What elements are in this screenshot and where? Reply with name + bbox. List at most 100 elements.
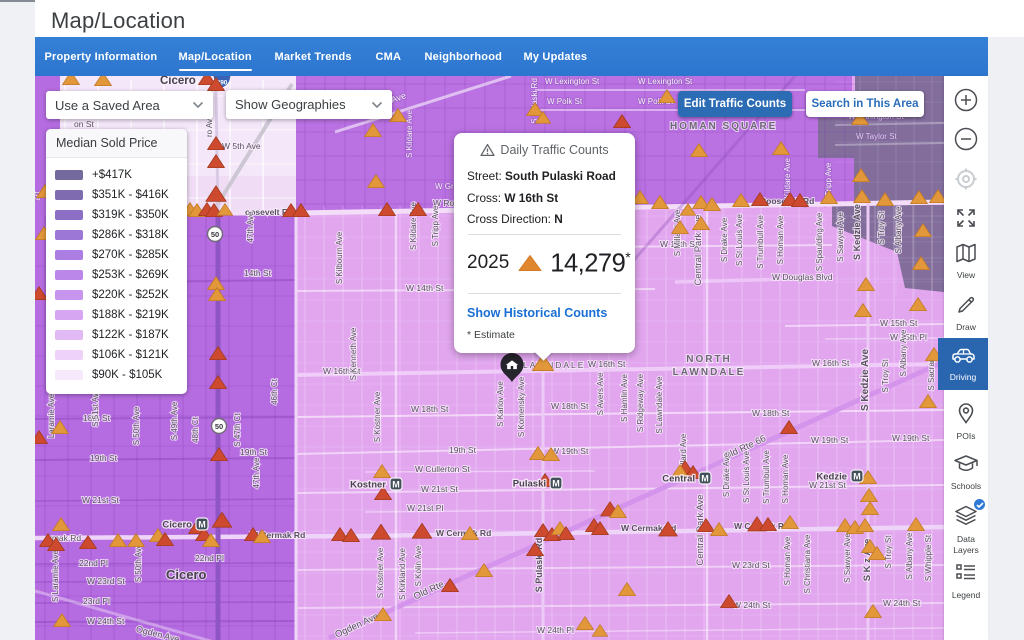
chevron-down-icon: [371, 101, 383, 109]
svg-text:M: M: [198, 519, 206, 529]
tab-neighborhood[interactable]: Neighborhood: [425, 37, 503, 76]
tab-label: Map/Location: [179, 51, 252, 63]
transit-station-pulaski: PulaskiM: [513, 477, 562, 490]
map-label: W 24th St: [733, 600, 771, 610]
map-label: S Albany Ave: [899, 329, 908, 377]
map-label: S Albany Ave: [905, 532, 914, 580]
median-sold-price-legend: Median Sold Price +$417K$351K - $416K$31…: [46, 129, 187, 394]
legend-swatch: [55, 370, 83, 381]
map-label: W 15th Pl: [890, 332, 927, 342]
schools-button[interactable]: Schools: [944, 453, 988, 491]
toolbar-label: Driving: [938, 372, 988, 382]
map-label: S Sawyer Ave: [836, 212, 845, 262]
tab-label: My Updates: [524, 51, 588, 63]
map-label: S 51st Av: [91, 393, 100, 427]
map-label: W Taylor St: [856, 132, 898, 141]
map-label: S Albany Ave: [894, 206, 903, 254]
svg-text:50: 50: [211, 230, 219, 239]
svg-text:Kostner: Kostner: [350, 480, 386, 491]
zoom-in-button[interactable]: [944, 88, 988, 117]
map-icon: [954, 242, 978, 264]
legend-label: $286K - $318K: [92, 229, 169, 241]
locate-button[interactable]: [944, 167, 988, 196]
map-label: S Kenneth Ave: [349, 327, 358, 380]
map-label: S Trumbull Ave: [756, 215, 765, 269]
map-label: S Troy St: [881, 359, 890, 393]
show-historical-counts-link[interactable]: Show Historical Counts: [454, 294, 635, 320]
tab-my-updates[interactable]: My Updates: [524, 37, 588, 76]
legend-swatch: [55, 290, 83, 301]
legend-label: $90K - $105K: [92, 369, 162, 381]
map-label: W 18th St: [551, 401, 589, 411]
map-label: 23rd Pl: [83, 596, 110, 606]
legend-row: $122K - $187K: [55, 325, 187, 345]
legend-swatch: [55, 350, 83, 361]
svg-text:Pulaski: Pulaski: [513, 479, 546, 490]
zoom-out-button[interactable]: [944, 127, 988, 156]
legend-button[interactable]: Legend: [944, 562, 988, 600]
draw-button[interactable]: Draw: [944, 294, 988, 332]
legend-row: $286K - $318K: [55, 225, 187, 245]
popup-cross-row: Cross: W 16th St: [467, 191, 622, 205]
pois-button[interactable]: POIs: [944, 401, 988, 441]
transit-station-central: CentralM: [662, 472, 711, 485]
map-label: S Drake Ave: [722, 452, 731, 497]
toolbar-label: Legend: [944, 590, 988, 600]
fullscreen-button[interactable]: [944, 207, 988, 234]
map-label: W 16th St: [812, 358, 850, 368]
saved-area-dropdown[interactable]: Use a Saved Area: [46, 91, 213, 119]
svg-text:M: M: [392, 479, 400, 489]
svg-text:Cicero: Cicero: [162, 520, 192, 531]
tab-property-information[interactable]: Property Information: [45, 37, 158, 76]
left-gutter: [0, 0, 35, 640]
minus-circle-icon: [954, 127, 978, 151]
map-label: S Avers Ave: [596, 372, 605, 415]
tab-label: Property Information: [45, 51, 158, 63]
map-label: W 18th St: [411, 404, 449, 414]
map-label: S Sawyer Ave: [843, 533, 852, 583]
tab-market-trends[interactable]: Market Trends: [275, 37, 352, 76]
legend-label: $106K - $121K: [92, 349, 169, 361]
map-label: W 23rd St: [87, 576, 125, 586]
map-label: W Lexington St: [638, 77, 693, 86]
geographies-dropdown[interactable]: Show Geographies: [226, 90, 392, 119]
map-label: S Laramie Ave: [51, 550, 60, 602]
svg-text:Kedzie: Kedzie: [816, 472, 847, 483]
map-label: S Kedzie Ave: [852, 204, 862, 260]
svg-text:Central: Central: [662, 474, 695, 485]
view-button[interactable]: View: [944, 242, 988, 280]
map-label: Cicero: [160, 76, 196, 87]
map-label: S Homan Ave: [776, 215, 785, 264]
map-label: S Kilbourn Ave: [335, 231, 344, 284]
map-label: W 21st St: [82, 495, 119, 505]
legend-row: $188K - $219K: [55, 305, 187, 325]
map-label: W 15th St: [880, 318, 918, 328]
poi-pin-icon: [955, 401, 977, 425]
checkmark-badge: [973, 498, 986, 511]
tab-cma[interactable]: CMA: [376, 37, 402, 76]
geographies-label: Show Geographies: [235, 97, 346, 112]
map-label: S Karlov Ave: [496, 381, 505, 427]
map-toolbar: ViewDraw DrivingPOIsSchoolsDataLayersLeg…: [944, 76, 988, 640]
legend-label: $351K - $416K: [92, 189, 169, 201]
search-in-this-area-button[interactable]: Search in This Area: [806, 91, 924, 117]
map-label: S Komensky Ave: [517, 376, 526, 437]
toolbar-label: Data: [944, 534, 988, 544]
driving-layer-button-active[interactable]: Driving: [938, 338, 988, 390]
map-label: W 16th St: [588, 359, 626, 369]
map-label: S St Louis Ave: [742, 451, 751, 503]
tab-label: Neighborhood: [425, 51, 503, 63]
map-label: S Kildare Ave: [405, 110, 414, 158]
map-label: S 50th Ave: [132, 406, 141, 445]
edit-traffic-counts-button[interactable]: Edit Traffic Counts: [678, 91, 792, 117]
tab-map-location[interactable]: Map/Location: [179, 37, 252, 76]
popup-count: 14,279*: [550, 249, 630, 279]
legend-row: $351K - $416K: [55, 185, 187, 205]
map-label: W 19th St: [551, 446, 589, 456]
tab-label: Market Trends: [275, 51, 352, 63]
graduation-cap-icon: [953, 453, 979, 475]
tab-bar: Property Information Map/Location Market T…: [35, 37, 990, 76]
data-layers-button[interactable]: DataLayers: [944, 504, 988, 555]
legend-label: $253K - $269K: [92, 269, 169, 281]
legend-row: $253K - $269K: [55, 265, 187, 285]
